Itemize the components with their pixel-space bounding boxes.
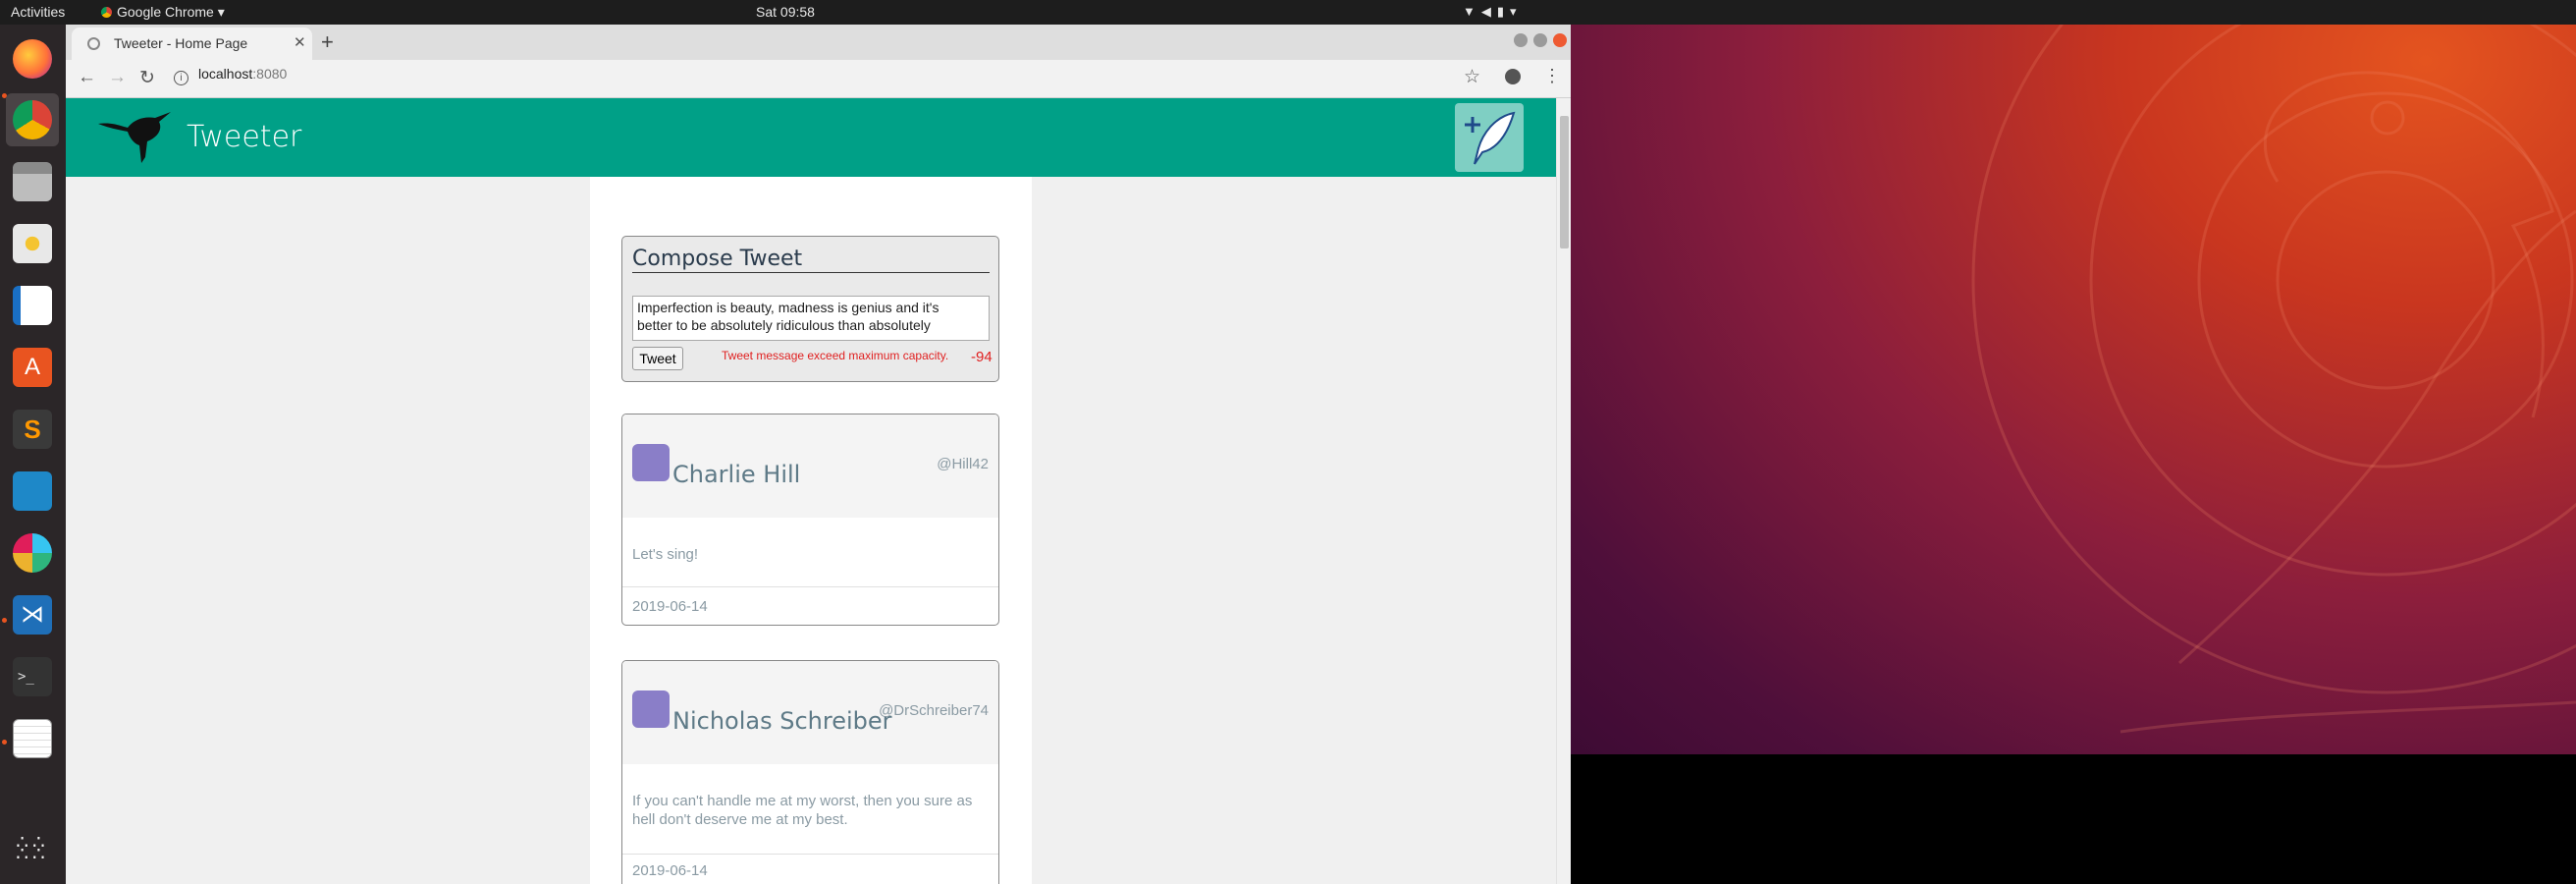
vscode-icon: ⋊ — [13, 595, 52, 635]
tweet-text: If you can't handle me at my worst, then… — [632, 793, 973, 828]
maximize-button[interactable] — [1533, 33, 1547, 47]
document-icon — [13, 286, 52, 325]
dock-vscode[interactable]: ⋊ — [6, 588, 59, 641]
compose-tweet-panel: Compose Tweet Imperfection is beauty, ma… — [621, 236, 999, 382]
compose-heading: Compose Tweet — [632, 247, 990, 273]
character-counter: -94 — [971, 349, 993, 365]
url-port: :8080 — [252, 66, 288, 82]
dock-slack[interactable] — [6, 526, 59, 580]
window-controls — [1508, 33, 1567, 52]
close-window-button[interactable] — [1553, 33, 1567, 47]
volume-icon: ◀ — [1480, 4, 1497, 19]
tweet-date: 2019-06-14 — [632, 862, 708, 879]
avatar — [632, 444, 670, 481]
app-header: Tweeter — [66, 98, 1556, 177]
tweet-text: Let's sing! — [632, 546, 699, 563]
kebab-menu-icon[interactable]: ⋮ — [1543, 66, 1561, 86]
dock-monitor[interactable] — [6, 465, 59, 518]
scrollbar-thumb[interactable] — [1560, 116, 1569, 249]
tweet-card: Charlie Hill @Hill42 Let's sing! 2019-06… — [621, 414, 999, 626]
tweet-author-handle: @DrSchreiber74 — [879, 702, 989, 719]
dock-firefox[interactable] — [6, 32, 59, 85]
globe-icon — [87, 37, 100, 50]
clock[interactable]: Sat 09:58 — [0, 4, 1571, 20]
tweet-author-name: Nicholas Schreiber — [672, 707, 892, 735]
slack-icon — [13, 533, 52, 573]
reload-icon[interactable]: ↻ — [139, 67, 155, 89]
back-arrow-icon[interactable]: ← — [78, 67, 96, 88]
tweet-author-handle: @Hill42 — [937, 456, 989, 472]
dock-sublime[interactable]: S — [6, 403, 59, 456]
tab-strip: Tweeter - Home Page ✕ + — [66, 25, 1571, 60]
hummingbird-logo — [98, 112, 171, 163]
app-title: Tweeter — [187, 120, 302, 154]
tweet-author-name: Charlie Hill — [672, 461, 801, 488]
show-applications-button[interactable]: ∴∴ ∴∴ — [6, 822, 59, 875]
compose-toggle-button[interactable] — [1455, 103, 1524, 172]
music-icon — [13, 224, 52, 263]
browser-tab[interactable]: Tweeter - Home Page ✕ — [72, 28, 312, 60]
tweet-text-input[interactable]: Imperfection is beauty, madness is geniu… — [632, 296, 990, 341]
browser-window: Tweeter - Home Page ✕ + ← → ↻ i localhost… — [66, 25, 1571, 884]
divider — [622, 854, 998, 855]
close-icon[interactable]: ✕ — [294, 33, 306, 51]
software-store-icon: A — [13, 348, 52, 387]
avatar — [632, 691, 670, 728]
tweet-button[interactable]: Tweet — [632, 347, 683, 370]
error-message: Tweet message exceed maximum capacity. — [722, 349, 949, 362]
dock-terminal[interactable]: >_ — [6, 650, 59, 703]
page-viewport: Tweeter Compose Tweet Imperfection is be… — [66, 98, 1556, 884]
divider — [622, 586, 998, 587]
tab-title: Tweeter - Home Page — [114, 35, 248, 51]
dock-writer[interactable] — [6, 279, 59, 332]
system-monitor-icon — [13, 471, 52, 511]
grid-icon: ∴∴ ∴∴ — [16, 832, 49, 865]
desktop-empty-area — [1571, 754, 2576, 884]
system-tray[interactable]: ▼◀▮▾ — [1463, 4, 1523, 20]
main-column: Compose Tweet Imperfection is beauty, ma… — [590, 177, 1032, 884]
bookmark-star-icon[interactable]: ☆ — [1464, 66, 1480, 88]
account-icon[interactable] — [1505, 69, 1521, 84]
info-icon[interactable]: i — [174, 71, 188, 85]
tweet-date: 2019-06-14 — [632, 598, 708, 615]
page-scrollbar[interactable] — [1556, 98, 1571, 884]
sublime-icon: S — [13, 410, 52, 449]
files-icon — [13, 162, 52, 201]
quill-icon — [1465, 111, 1516, 165]
url-host: localhost — [198, 66, 253, 82]
desktop-wallpaper — [1571, 25, 2576, 754]
system-top-bar: Activities Google Chrome ▾ Sat 09:58 ▼◀▮… — [0, 0, 2576, 25]
tweet-card: Nicholas Schreiber @DrSchreiber74 If you… — [621, 660, 999, 884]
browser-toolbar: ← → ↻ i localhost:8080 ☆ ⋮ — [66, 60, 1571, 98]
firefox-icon — [13, 39, 52, 79]
battery-icon: ▮ — [1496, 4, 1511, 19]
dock: A S ⋊ >_ ∴∴ ∴∴ — [0, 25, 66, 884]
network-icon: ▼ — [1463, 4, 1481, 19]
new-tab-button[interactable]: + — [321, 29, 334, 55]
dock-files[interactable] — [6, 155, 59, 208]
dock-text-editor[interactable] — [6, 712, 59, 765]
text-editor-icon — [13, 719, 52, 758]
dock-rhythmbox[interactable] — [6, 217, 59, 270]
dock-chrome[interactable] — [6, 93, 59, 146]
minimize-button[interactable] — [1514, 33, 1528, 47]
forward-arrow-icon[interactable]: → — [108, 67, 127, 88]
address-bar[interactable]: i localhost:8080 — [174, 66, 1499, 91]
dock-software[interactable]: A — [6, 341, 59, 394]
chevron-down-icon: ▾ — [1510, 4, 1523, 19]
chrome-icon — [13, 100, 52, 139]
terminal-icon: >_ — [13, 657, 52, 696]
